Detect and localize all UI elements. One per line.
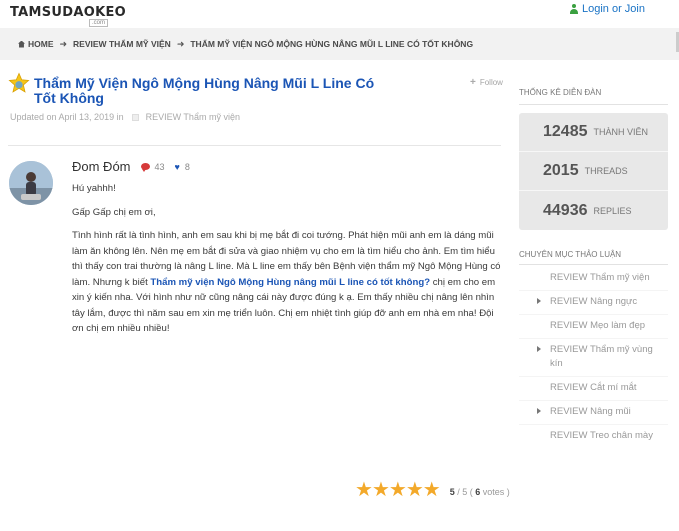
- post-line: Gấp Gấp chị em ơi,: [72, 206, 156, 218]
- like-count: ♥ 8: [175, 162, 190, 172]
- stat-members: 12485 THÀNH VIÊN: [519, 113, 668, 152]
- follow-button[interactable]: + Follow: [470, 77, 503, 88]
- rating-score: 5: [449, 487, 455, 497]
- sidebar-item-label: REVIEW Nâng ngực: [550, 296, 638, 307]
- divider: [8, 145, 501, 146]
- page-title: Thẩm Mỹ Viện Ngô Mộng Hùng Nâng Mũi L Li…: [34, 75, 375, 106]
- sidebar-item-label: REVIEW Mẹo làm đẹp: [550, 320, 646, 331]
- caret-right-icon[interactable]: [537, 346, 541, 352]
- rating-max: 5: [462, 487, 468, 497]
- star-icon[interactable]: ★: [372, 480, 390, 500]
- category-icon: [131, 113, 139, 121]
- sidebar-item-label: REVIEW Thẩm mỹ viện: [550, 272, 650, 283]
- site-logo[interactable]: TAMSUDAOKEO: [10, 5, 126, 20]
- sidebar-item-review-meo-lam-dep[interactable]: REVIEW Mẹo làm đẹp: [519, 319, 668, 339]
- star-icon[interactable]: ★: [355, 480, 373, 500]
- stat-replies: 44936 REPLIES: [519, 191, 668, 230]
- follow-label: Follow: [479, 78, 503, 87]
- arrow-right-icon: ➜: [176, 38, 185, 49]
- author-name[interactable]: Đom Đóm: [72, 159, 131, 174]
- sidebar-item-label: REVIEW Thẩm mỹ vùng kín: [550, 344, 653, 369]
- article-link[interactable]: Thẩm mỹ viện Ngô Mộng Hùng nâng mũi L li…: [150, 277, 430, 288]
- sidebar-item-review-nang-nguc[interactable]: REVIEW Nâng ngực: [519, 295, 668, 315]
- updated-date: Updated on April 13, 2019 in: [10, 112, 124, 122]
- thread-meta: Updated on April 13, 2019 in REVIEW Thẩm…: [10, 112, 240, 122]
- breadcrumb-home[interactable]: HOME: [18, 39, 54, 49]
- top-bar: TAMSUDAOKEO .com Login or Join: [0, 0, 679, 28]
- sidebar-item-review-nang-mui[interactable]: REVIEW Nâng mũi: [519, 405, 668, 425]
- star-icon[interactable]: ★: [389, 480, 407, 500]
- avatar-image: [9, 161, 53, 205]
- avatar[interactable]: [9, 161, 53, 205]
- home-icon: [18, 40, 25, 48]
- arrow-right-icon: ➜: [59, 38, 68, 49]
- stat-threads: 2015 THREADS: [519, 152, 668, 191]
- star-icon[interactable]: ★: [406, 480, 424, 500]
- category-list: REVIEW Thẩm mỹ viện REVIEW Nâng ngực REV…: [519, 271, 668, 452]
- comment-count: 43: [140, 161, 165, 172]
- divider: [519, 104, 668, 105]
- thread-category-link[interactable]: REVIEW Thẩm mỹ viện: [146, 112, 240, 122]
- login-label: Login or Join: [582, 3, 645, 15]
- sidebar-item-label: REVIEW Cắt mí mắt: [550, 382, 637, 393]
- post-body: Hú yahhh! Gấp Gấp chị em ơi, Tình hình r…: [72, 181, 502, 345]
- breadcrumb-category[interactable]: REVIEW THẨM MỸ VIỆN: [73, 39, 171, 49]
- rating-summary: 5 / 5 ( 6 votes ): [449, 487, 510, 497]
- sidebar-item-review-vung-kin[interactable]: REVIEW Thẩm mỹ vùng kín: [519, 343, 668, 377]
- logo-tag: .com: [89, 19, 109, 27]
- sidebar-item-review-tham-my-vien[interactable]: REVIEW Thẩm mỹ viện: [519, 271, 668, 291]
- stats-heading: THỐNG KÊ DIỄN ĐÀN: [519, 88, 602, 97]
- caret-right-icon[interactable]: [537, 298, 541, 304]
- sidebar-item-review-treo-chan-may[interactable]: REVIEW Treo chân mày: [519, 429, 668, 448]
- featured-star-icon: [8, 72, 30, 93]
- like-count-value: 8: [184, 161, 190, 172]
- rating-votes: 6: [475, 487, 481, 497]
- sidebar-item-review-cat-mi-mat[interactable]: REVIEW Cắt mí mắt: [519, 381, 668, 401]
- star-icon[interactable]: ★: [423, 480, 441, 500]
- stat-number: 44936: [543, 201, 588, 219]
- stat-label: THÀNH VIÊN: [593, 127, 649, 137]
- sidebar-item-label: REVIEW Treo chân mày: [550, 430, 653, 441]
- stat-label: THREADS: [584, 166, 628, 176]
- breadcrumb-current[interactable]: THẨM MỸ VIỆN NGÔ MỘNG HÙNG NÂNG MŨI L LI…: [190, 39, 473, 49]
- user-icon: [569, 4, 579, 14]
- stat-number: 2015: [543, 162, 579, 179]
- login-link[interactable]: Login or Join: [569, 3, 645, 15]
- sidebar-item-label: REVIEW Nâng mũi: [550, 406, 631, 417]
- rating-votes-label: votes: [482, 487, 505, 497]
- comment-icon: [140, 163, 150, 172]
- breadcrumb: HOME ➜ REVIEW THẨM MỸ VIỆN ➜ THẨM MỸ VIỆ…: [0, 28, 679, 60]
- plus-icon: +: [470, 77, 476, 88]
- categories-heading: CHUYÊN MỤC THẢO LUẬN: [519, 250, 622, 259]
- stat-label: REPLIES: [593, 205, 632, 216]
- rating-widget: ★ ★ ★ ★ ★ 5 / 5 ( 6 votes ): [355, 480, 510, 500]
- breadcrumb-label: HOME: [28, 39, 54, 49]
- heart-icon: ♥: [174, 161, 180, 172]
- comment-count-value: 43: [154, 161, 165, 172]
- caret-right-icon[interactable]: [537, 408, 541, 414]
- post-paragraph: Tình hình rất là tình hình, anh em sau k…: [72, 228, 502, 337]
- forum-stats: 12485 THÀNH VIÊN 2015 THREADS 44936 REPL…: [519, 113, 668, 230]
- post-greeting: Hú yahhh!: [72, 183, 116, 194]
- stat-number: 12485: [543, 123, 588, 140]
- post-author-row: Đom Đóm 43 ♥ 8: [72, 159, 190, 174]
- divider: [519, 264, 668, 265]
